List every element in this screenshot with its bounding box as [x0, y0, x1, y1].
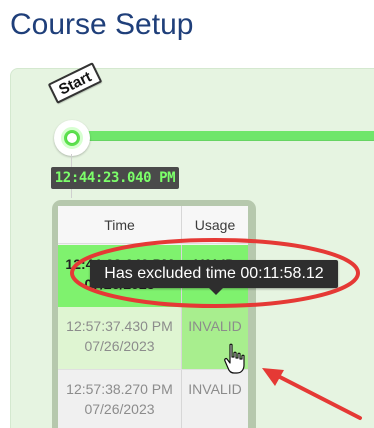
course-setup-page: Course Setup Start 12:44:23.040 PM Time … — [0, 0, 374, 428]
start-time-badge: 12:44:23.040 PM — [51, 167, 179, 189]
date-value: 07/26/2023 — [84, 401, 155, 417]
column-header-usage[interactable]: Usage — [182, 206, 248, 244]
timing-table: Time Usage 12:44:23.040 PM 07/26/2023 VA… — [58, 206, 248, 428]
column-header-time[interactable]: Time — [58, 206, 182, 244]
table-row[interactable]: 12:57:38.270 PM 07/26/2023 INVALID — [58, 369, 248, 428]
table-cell-usage[interactable]: INVALID — [182, 370, 248, 428]
table-cell-time: 12:57:38.270 PM 07/26/2023 — [58, 370, 182, 428]
table-cell-time: 12:57:37.430 PM 07/26/2023 — [58, 307, 182, 369]
page-title: Course Setup — [10, 8, 194, 41]
table-row[interactable]: 12:57:37.430 PM 07/26/2023 INVALID — [58, 307, 248, 369]
time-value: 12:57:38.270 PM — [66, 381, 173, 397]
table-cell-usage[interactable]: INVALID — [182, 307, 248, 369]
timing-table-container: Time Usage 12:44:23.040 PM 07/26/2023 VA… — [52, 200, 256, 428]
excluded-time-tooltip: Has excluded time 00:11:58.12 — [90, 260, 338, 288]
start-node-core — [67, 133, 77, 143]
time-value: 12:57:37.430 PM — [66, 318, 173, 334]
date-value: 07/26/2023 — [84, 338, 155, 354]
tooltip-arrow — [209, 288, 223, 295]
course-track-line — [74, 131, 374, 141]
